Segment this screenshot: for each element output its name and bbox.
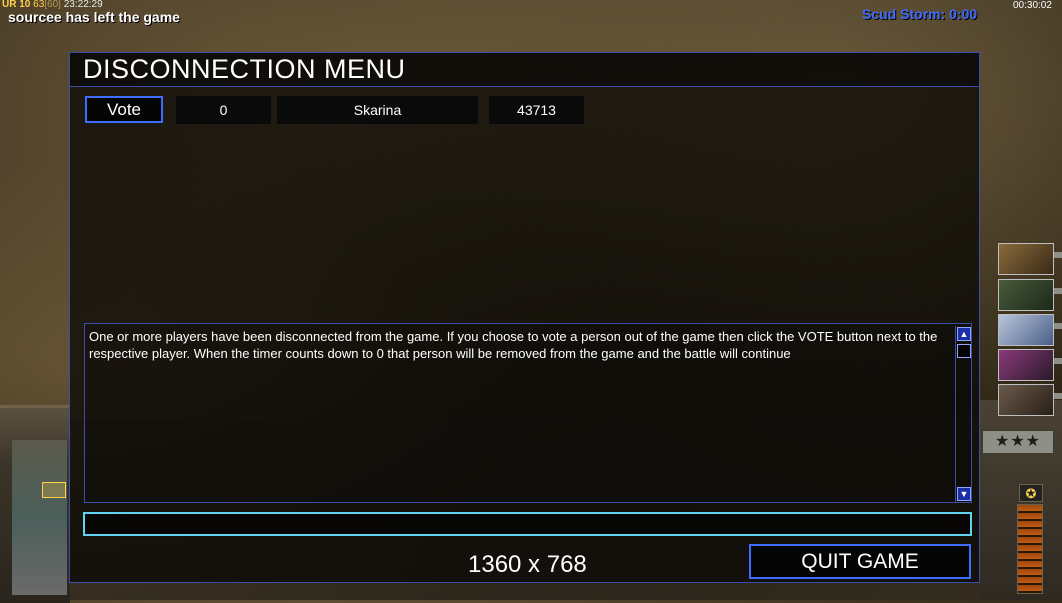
tab-pin: [1054, 358, 1062, 364]
build-tab-superweapon-icon[interactable]: [998, 349, 1054, 381]
radar-view-marker: [42, 482, 66, 498]
quit-game-button[interactable]: QUIT GAME: [749, 544, 971, 579]
build-tab-infantry-icon[interactable]: [998, 384, 1054, 416]
message-scrollbar[interactable]: ▲ ▼: [955, 326, 971, 502]
scroll-down-icon[interactable]: ▼: [957, 487, 971, 501]
tab-pin: [1054, 252, 1062, 258]
scroll-up-icon[interactable]: ▲: [957, 327, 971, 341]
chat-input[interactable]: [83, 512, 972, 536]
build-tab-vehicles-icon[interactable]: [998, 279, 1054, 311]
build-tab-structures-icon[interactable]: [998, 243, 1054, 275]
chat-notification: sourcee has left the game: [8, 9, 180, 25]
disconnection-menu-panel: DISCONNECTION MENU Vote 0 Skarina 43713 …: [69, 52, 980, 583]
game-clock: 00:30:02: [1013, 0, 1052, 11]
scroll-thumb[interactable]: [957, 344, 971, 358]
radar-minimap[interactable]: [12, 440, 67, 595]
vote-button[interactable]: Vote: [85, 96, 163, 123]
panel-title-bar: DISCONNECTION MENU: [70, 53, 979, 87]
power-meter: [1017, 504, 1043, 594]
message-box: One or more players have been disconnect…: [84, 323, 972, 503]
general-stars-panel[interactable]: ★★★: [982, 430, 1054, 454]
player-vote-count: 0: [176, 96, 271, 124]
resolution-label: 1360 x 768: [468, 551, 587, 578]
player-name: Skarina: [277, 96, 478, 124]
rank-icon: ✪: [1019, 484, 1043, 502]
tab-pin: [1054, 323, 1062, 329]
tab-pin: [1054, 288, 1062, 294]
disconnect-message: One or more players have been disconnect…: [89, 329, 938, 361]
superweapon-timer: Scud Storm: 0:00: [862, 6, 978, 22]
tab-pin: [1054, 393, 1062, 399]
player-disconnect-timer: 43713: [489, 96, 584, 124]
page-title: DISCONNECTION MENU: [83, 54, 406, 84]
build-tab-aircraft-icon[interactable]: [998, 314, 1054, 346]
